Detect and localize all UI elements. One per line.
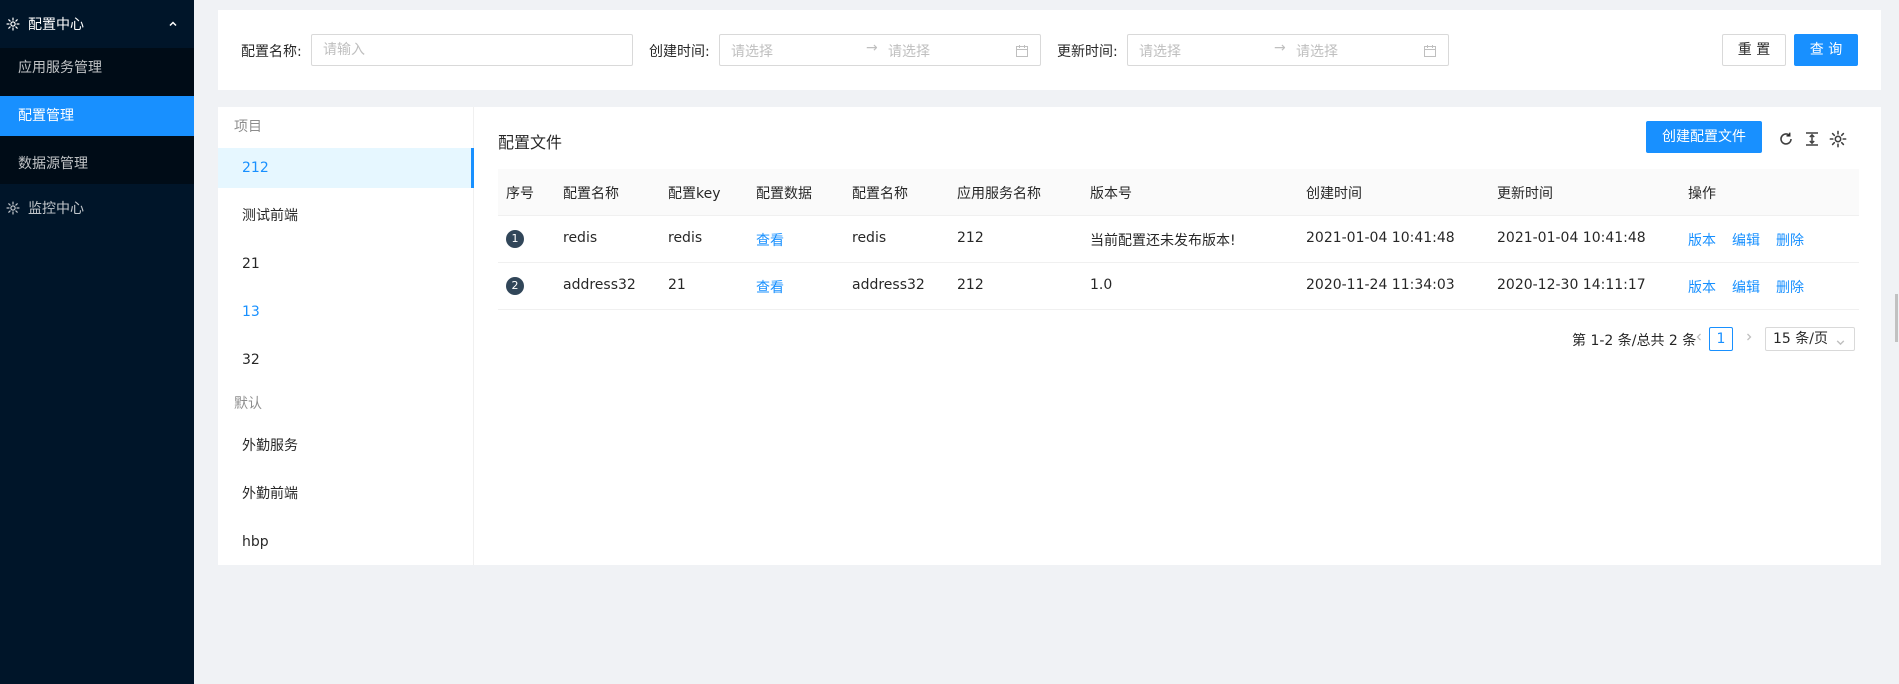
edit-link[interactable]: 编辑 bbox=[1732, 277, 1760, 297]
menu-config-center-label: 配置中心 bbox=[28, 17, 84, 33]
column-header: 操作 bbox=[1688, 186, 1716, 202]
create-config-button[interactable]: 创建配置文件 bbox=[1646, 121, 1762, 153]
sidebar-item-config-management[interactable]: 配置管理 bbox=[0, 96, 194, 136]
sidebar-item-label: 配置管理 bbox=[18, 108, 74, 124]
page-size-value: 15 条/页 bbox=[1773, 331, 1828, 347]
column-header: 配置key bbox=[668, 186, 721, 202]
edit-link[interactable]: 编辑 bbox=[1732, 230, 1760, 250]
reload-icon[interactable] bbox=[1777, 130, 1795, 148]
range-separator: → bbox=[866, 40, 878, 56]
column-height-icon[interactable] bbox=[1803, 130, 1821, 148]
tree-item-212[interactable]: 212 bbox=[218, 148, 474, 188]
cell-created-time: 2020-11-24 11:34:03 bbox=[1306, 277, 1455, 293]
project-tree: 项目 212 测试前端 21 13 32 默认 外勤服务 外勤前端 hbp bbox=[218, 107, 474, 565]
group-title-default: 默认 bbox=[234, 396, 262, 412]
updated-time-label: 更新时间: bbox=[1057, 44, 1118, 60]
version-link[interactable]: 版本 bbox=[1688, 277, 1716, 297]
cell-updated-time: 2020-12-30 14:11:17 bbox=[1497, 277, 1646, 293]
tree-item-13[interactable]: 13 bbox=[218, 292, 474, 332]
row-index-badge: 1 bbox=[506, 230, 524, 248]
cell-version: 1.0 bbox=[1090, 277, 1113, 293]
row-index-badge: 2 bbox=[506, 277, 524, 295]
settings-icon[interactable] bbox=[1829, 130, 1847, 148]
tree-item-hbp[interactable]: hbp bbox=[218, 522, 474, 562]
menu-monitor-center[interactable]: 监控中心 bbox=[0, 184, 194, 232]
version-link[interactable]: 版本 bbox=[1688, 230, 1716, 250]
tree-item-field-service[interactable]: 外勤服务 bbox=[218, 426, 474, 466]
calendar-icon bbox=[1423, 44, 1437, 58]
column-header: 配置数据 bbox=[756, 186, 812, 202]
tree-item-field-frontend[interactable]: 外勤前端 bbox=[218, 474, 474, 514]
tree-item-21[interactable]: 21 bbox=[218, 244, 474, 284]
sidebar-item-label: 数据源管理 bbox=[18, 156, 88, 172]
cell-config-name: redis bbox=[563, 230, 598, 246]
page-size-select[interactable]: 15 条/页 bbox=[1765, 327, 1855, 351]
scrollbar-thumb[interactable] bbox=[1895, 294, 1898, 342]
range-start-placeholder: 请选择 bbox=[1139, 44, 1181, 60]
column-header: 更新时间 bbox=[1497, 186, 1553, 202]
created-time-range-picker[interactable]: 请选择 → 请选择 bbox=[719, 34, 1041, 66]
tree-item-test-frontend[interactable]: 测试前端 bbox=[218, 196, 474, 236]
sidebar: 配置中心 应用服务管理 配置管理 数据源管理 监控中心 bbox=[0, 0, 194, 684]
chevron-down-icon bbox=[1835, 333, 1846, 346]
column-header: 配置名称 bbox=[852, 186, 908, 202]
cell-updated-time: 2021-01-04 10:41:48 bbox=[1497, 230, 1646, 246]
view-data-link[interactable]: 查看 bbox=[756, 230, 784, 250]
cell-config-name: address32 bbox=[563, 277, 636, 293]
table-header: 序号 配置名称 配置key 配置数据 配置名称 应用服务名称 版本号 创建时间 … bbox=[498, 169, 1859, 216]
menu-monitor-center-label: 监控中心 bbox=[28, 201, 84, 217]
filter-bar: 配置名称: 请输入 创建时间: 请选择 → 请选择 更新时间: 请选择 → 请选… bbox=[218, 10, 1881, 90]
search-button[interactable]: 查 询 bbox=[1794, 34, 1858, 66]
cell-version: 当前配置还未发布版本! bbox=[1090, 233, 1236, 249]
next-page-icon[interactable] bbox=[1737, 327, 1761, 351]
page-item-current[interactable]: 1 bbox=[1709, 327, 1733, 351]
config-name-input[interactable]: 请输入 bbox=[311, 34, 633, 66]
created-time-label: 创建时间: bbox=[649, 44, 710, 60]
gear-icon bbox=[6, 17, 20, 31]
cell-config-name-2: address32 bbox=[852, 277, 925, 293]
column-header: 序号 bbox=[506, 186, 534, 202]
page-title: 配置文件 bbox=[498, 133, 563, 152]
view-data-link[interactable]: 查看 bbox=[756, 277, 784, 297]
sidebar-item-app-service[interactable]: 应用服务管理 bbox=[0, 48, 194, 88]
chevron-up-icon bbox=[168, 17, 178, 33]
calendar-icon bbox=[1015, 44, 1029, 58]
range-start-placeholder: 请选择 bbox=[731, 44, 773, 60]
pagination-total: 第 1-2 条/总共 2 条 bbox=[1572, 333, 1697, 349]
table-row: 1 redis redis 查看 redis 212 当前配置还未发布版本! 2… bbox=[498, 216, 1859, 263]
cell-app-service: 212 bbox=[957, 277, 984, 293]
range-end-placeholder: 请选择 bbox=[888, 44, 930, 60]
range-end-placeholder: 请选择 bbox=[1296, 44, 1338, 60]
column-header: 版本号 bbox=[1090, 186, 1132, 202]
prev-page-icon[interactable] bbox=[1687, 327, 1711, 351]
cell-config-key: 21 bbox=[668, 277, 686, 293]
config-name-label: 配置名称: bbox=[241, 44, 302, 60]
menu-config-center[interactable]: 配置中心 bbox=[0, 0, 194, 48]
cell-config-key: redis bbox=[668, 230, 703, 246]
column-header: 创建时间 bbox=[1306, 186, 1362, 202]
reset-button[interactable]: 重 置 bbox=[1722, 34, 1786, 66]
config-name-placeholder: 请输入 bbox=[323, 42, 365, 58]
delete-link[interactable]: 删除 bbox=[1776, 277, 1804, 297]
gear-icon bbox=[6, 201, 20, 215]
group-title-project: 项目 bbox=[234, 119, 262, 135]
tree-item-32[interactable]: 32 bbox=[218, 340, 474, 380]
config-submenu: 应用服务管理 配置管理 数据源管理 bbox=[0, 48, 194, 184]
delete-link[interactable]: 删除 bbox=[1776, 230, 1804, 250]
config-file-panel: 配置文件 创建配置文件 序号 配置名称 配置key 配置数据 配置名称 应用服务… bbox=[475, 107, 1881, 565]
cell-config-name-2: redis bbox=[852, 230, 887, 246]
cell-app-service: 212 bbox=[957, 230, 984, 246]
sidebar-item-datasource[interactable]: 数据源管理 bbox=[0, 144, 194, 184]
table-row: 2 address32 21 查看 address32 212 1.0 2020… bbox=[498, 263, 1859, 310]
updated-time-range-picker[interactable]: 请选择 → 请选择 bbox=[1127, 34, 1449, 66]
column-header: 应用服务名称 bbox=[957, 186, 1041, 202]
column-header: 配置名称 bbox=[563, 186, 619, 202]
range-separator: → bbox=[1274, 40, 1286, 56]
cell-created-time: 2021-01-04 10:41:48 bbox=[1306, 230, 1455, 246]
sidebar-item-label: 应用服务管理 bbox=[18, 60, 102, 76]
content-card: 项目 212 测试前端 21 13 32 默认 外勤服务 外勤前端 hbp 配置… bbox=[218, 107, 1881, 565]
